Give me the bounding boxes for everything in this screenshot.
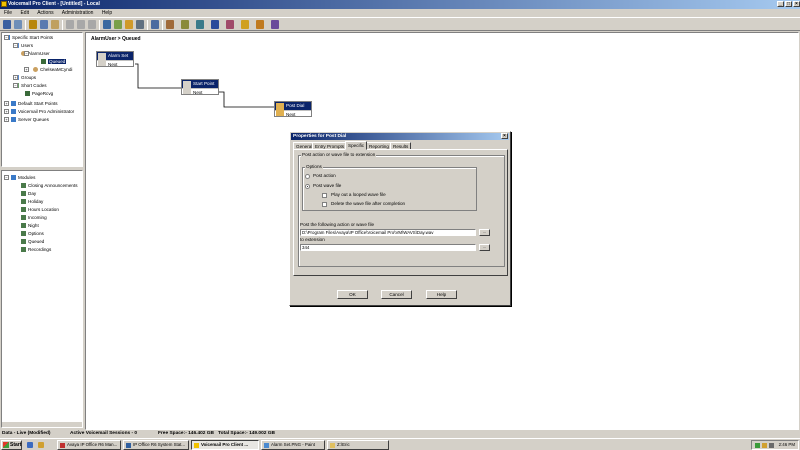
volume-icon[interactable]	[762, 443, 767, 448]
avaya-icon	[60, 443, 65, 448]
node-start-point[interactable]: Start Point Next	[181, 79, 219, 95]
options-group-title: Options	[305, 164, 323, 169]
task-avaya-manager[interactable]: Avaya IP Office R6 Man...	[57, 440, 121, 450]
paint-icon	[264, 443, 269, 448]
extension-label: to extension	[300, 237, 325, 242]
loop-wave-checkbox[interactable]	[322, 193, 327, 198]
properties-dialog: Properties for Post Dial × General Entry…	[289, 131, 511, 306]
ok-button[interactable]: OK	[337, 290, 368, 299]
tab-panel-specific: Post action or wave file to extension Op…	[293, 149, 508, 276]
post-action-label: Post action	[313, 173, 336, 178]
quick-launch-explorer-icon[interactable]	[38, 442, 44, 448]
task-system-status[interactable]: IP Office R6 System Stat...	[123, 440, 189, 450]
post-file-browse-button[interactable]: ...	[479, 229, 490, 236]
extension-browse-button[interactable]: ...	[479, 244, 490, 251]
loop-wave-label: Play out a looped wave file	[331, 192, 386, 197]
post-wave-radio[interactable]	[305, 184, 310, 189]
task-explorer-eric[interactable]: Z:\Eric	[327, 440, 389, 450]
cancel-button[interactable]: Cancel	[381, 290, 412, 299]
security-icon[interactable]	[769, 443, 774, 448]
system-tray: 2:46 PM	[751, 440, 799, 450]
alarm-icon	[98, 53, 106, 66]
status-total-space: Total Space:- 149.002 GB	[218, 431, 275, 436]
tab-specific[interactable]: Specific	[345, 141, 368, 150]
status-bar: Data - Live (Modified) Active Voicemail …	[0, 430, 800, 438]
status-state: Data - Live (Modified)	[2, 431, 51, 436]
network-icon[interactable]	[755, 443, 760, 448]
dialog-title[interactable]: Properties for Post Dial ×	[291, 133, 509, 140]
node-post-dial[interactable]: Post Dial Next	[274, 101, 312, 117]
task-voicemail-pro-client[interactable]: Voicemail Pro Client ...	[191, 440, 259, 450]
node-alarm-set[interactable]: Alarm Set Next	[96, 51, 134, 67]
status-sessions: Active Voicemail Sessions - 0	[70, 431, 138, 436]
voicemail-pro-icon	[194, 443, 199, 448]
status-free-space: Free Space:- 146.402 GB	[158, 431, 214, 436]
extension-input[interactable]: 344	[300, 244, 476, 251]
start-button[interactable]: Start	[1, 440, 22, 450]
folder-icon	[330, 443, 335, 448]
help-button[interactable]: Help	[426, 290, 457, 299]
post-file-label: Post the following action or wave file	[300, 222, 375, 227]
post-action-radio[interactable]	[305, 174, 310, 179]
task-paint[interactable]: Alarm Set.PNG - Paint	[261, 440, 325, 450]
clock[interactable]: 2:46 PM	[779, 442, 795, 447]
windows-logo-icon	[3, 442, 9, 448]
post-group-title: Post action or wave file to extension	[301, 152, 377, 157]
post-wave-label: Post wave file	[313, 183, 342, 188]
post-dial-icon	[276, 103, 284, 116]
dialog-close-button[interactable]: ×	[501, 133, 508, 139]
delete-wave-label: Delete the wave file after completion	[331, 201, 406, 206]
system-status-icon	[126, 443, 131, 448]
quick-launch-ie-icon[interactable]	[27, 442, 33, 448]
delete-wave-checkbox[interactable]	[322, 202, 327, 207]
connector-line	[135, 63, 181, 89]
connector-line	[219, 91, 275, 108]
taskbar: Start Avaya IP Office R6 Man... IP Offic…	[0, 438, 800, 450]
start-point-icon	[183, 81, 191, 94]
post-file-input[interactable]: D:\Program Files\Avaya\IP Office\Voicema…	[300, 229, 476, 236]
